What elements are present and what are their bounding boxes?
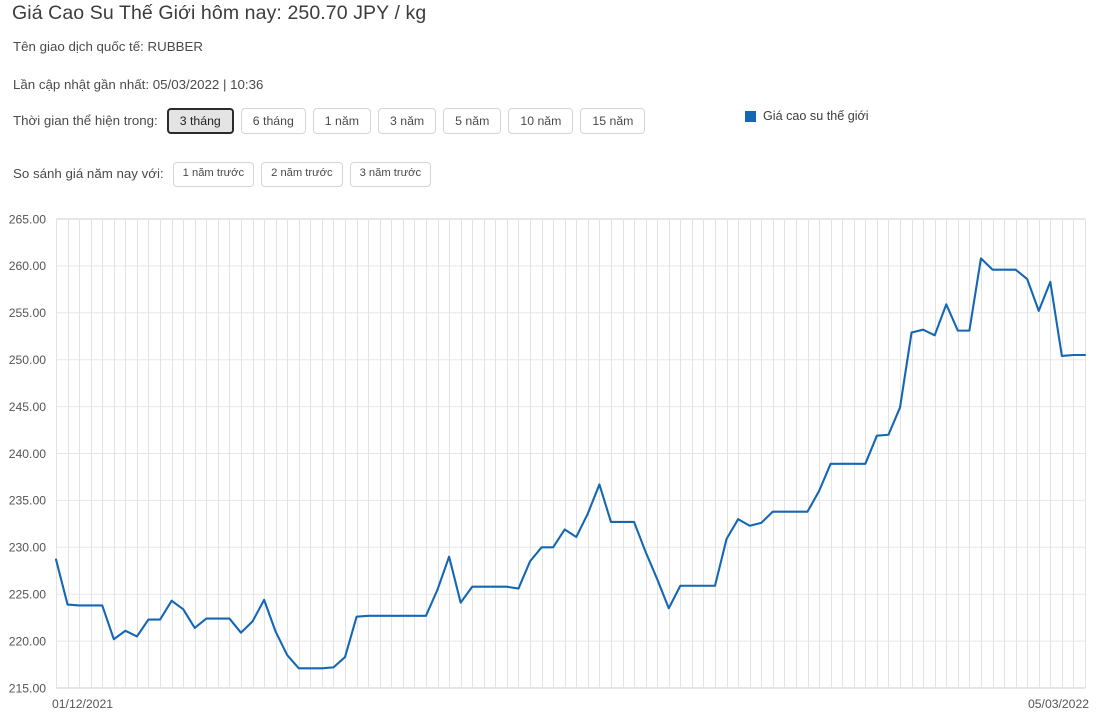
- period-button-6[interactable]: 15 năm: [580, 108, 645, 134]
- chart-legend: Giá cao su thế giới: [745, 109, 869, 123]
- period-button-3[interactable]: 3 năm: [378, 108, 436, 134]
- compare-selector-label: So sánh giá năm nay với:: [13, 161, 164, 187]
- y-tick-label: 220.00: [9, 634, 46, 648]
- period-button-0[interactable]: 3 tháng: [167, 108, 234, 134]
- compare-button-2[interactable]: 3 năm trước: [350, 162, 431, 187]
- y-tick-label: 250.00: [9, 353, 46, 367]
- international-trading-name: Tên giao dịch quốc tế: RUBBER: [13, 39, 203, 54]
- period-button-5[interactable]: 10 năm: [508, 108, 573, 134]
- last-update-timestamp: Lần cập nhật gần nhất: 05/03/2022 | 10:3…: [13, 77, 263, 92]
- period-button-4[interactable]: 5 năm: [443, 108, 501, 134]
- period-selector-label: Thời gian thể hiện trong:: [13, 108, 158, 134]
- y-tick-label: 255.00: [9, 306, 46, 320]
- period-button-2[interactable]: 1 năm: [313, 108, 371, 134]
- y-tick-label: 245.00: [9, 400, 46, 414]
- legend-label-0: Giá cao su thế giới: [763, 109, 869, 123]
- period-button-group: 3 tháng 6 tháng 1 năm 3 năm 5 năm 10 năm 15 nă…: [167, 108, 653, 134]
- price-chart: 215.00 220.00 225.00 230.00 235.00 240.00 245.…: [0, 205, 1116, 720]
- x-axis-tick-labels: 01/12/2021 05/03/2022: [52, 697, 1089, 711]
- rubber-price-page: Giá Cao Su Thế Giới hôm nay: 250.70 JPY …: [0, 0, 1116, 720]
- price-chart-svg: 215.00 220.00 225.00 230.00 235.00 240.00 245.…: [0, 205, 1116, 720]
- compare-button-group: 1 năm trước 2 năm trước 3 năm trước: [173, 162, 438, 187]
- page-title: Giá Cao Su Thế Giới hôm nay: 250.70 JPY …: [12, 2, 426, 25]
- compare-button-0[interactable]: 1 năm trước: [173, 162, 254, 187]
- legend-square-swatch: [745, 111, 756, 122]
- x-tick-label: 05/03/2022: [1028, 697, 1089, 711]
- compare-button-1[interactable]: 2 năm trước: [261, 162, 342, 187]
- y-tick-label: 240.00: [9, 447, 46, 461]
- compare-selector-row: So sánh giá năm nay với: 1 năm trước 2 nă…: [13, 161, 438, 187]
- y-tick-label: 260.00: [9, 259, 46, 273]
- y-tick-label: 230.00: [9, 541, 46, 555]
- y-tick-label: 235.00: [9, 494, 46, 508]
- y-tick-label: 225.00: [9, 588, 46, 602]
- y-tick-label: 265.00: [9, 212, 46, 226]
- y-tick-label: 215.00: [9, 681, 46, 695]
- price-line-series: [56, 258, 1085, 668]
- x-tick-label: 01/12/2021: [52, 697, 113, 711]
- period-selector-row: Thời gian thể hiện trong: 3 tháng 6 tháng…: [13, 108, 652, 134]
- period-button-1[interactable]: 6 tháng: [241, 108, 306, 134]
- y-axis-tick-labels: 215.00 220.00 225.00 230.00 235.00 240.00 245.…: [9, 212, 46, 695]
